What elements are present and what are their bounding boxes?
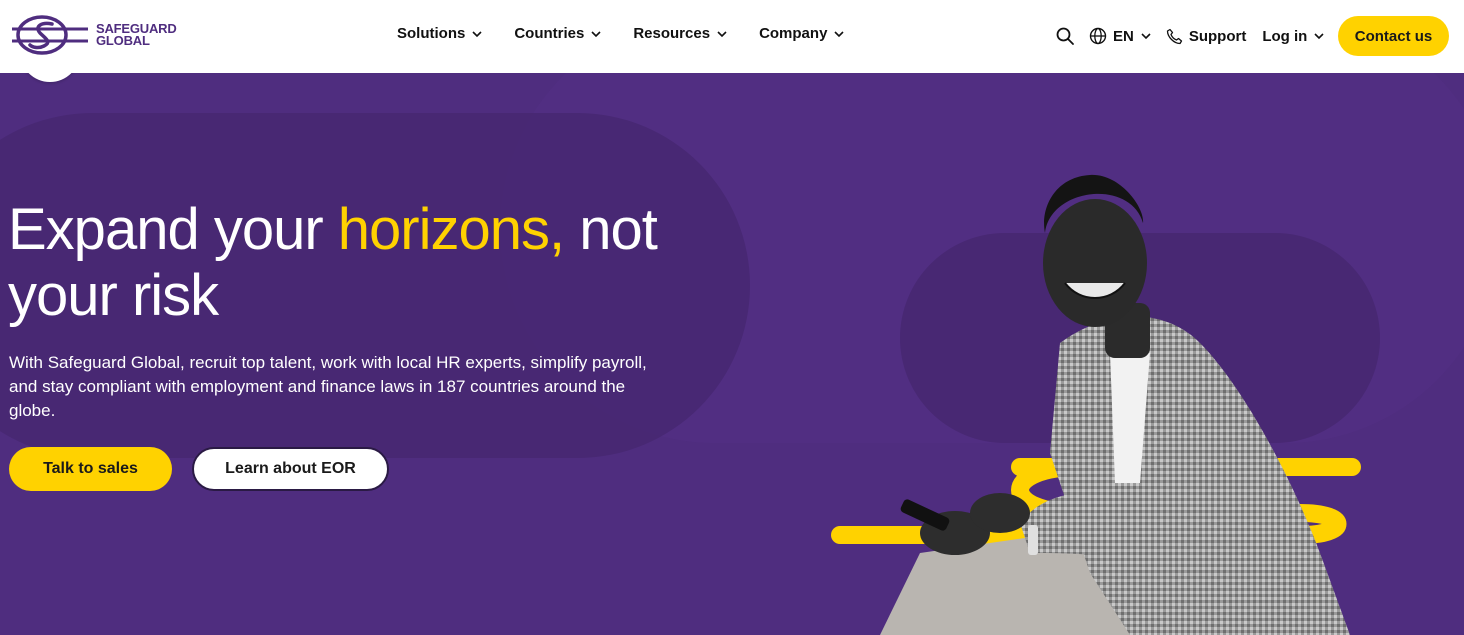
chevron-down-icon (591, 30, 601, 37)
nav-item-solutions[interactable]: Solutions (397, 25, 483, 42)
logo-text-line2: GLOBAL (96, 33, 150, 48)
chevron-down-icon (834, 30, 844, 37)
logo[interactable]: SAFEGUARD GLOBAL (12, 14, 177, 56)
nav-item-countries[interactable]: Countries (514, 25, 602, 42)
nav-item-resources[interactable]: Resources (633, 25, 728, 42)
hero-person-photo (880, 174, 1350, 635)
chevron-down-icon (1314, 33, 1324, 40)
globe-icon (1089, 27, 1107, 45)
hero-section: Expand your horizons, not your risk With… (0, 73, 1464, 635)
main-nav: Solutions Countries Resources Company (397, 25, 876, 42)
nav-label: Solutions (397, 25, 466, 42)
site-header: SAFEGUARD GLOBAL Solutions Countries Res… (0, 0, 1464, 73)
hero-subtext: With Safeguard Global, recruit top talen… (9, 353, 647, 420)
learn-about-eor-button[interactable]: Learn about EOR (192, 447, 389, 491)
nav-label: Resources (633, 25, 711, 42)
support-label: Support (1188, 27, 1247, 45)
nav-item-company[interactable]: Company (759, 25, 845, 42)
contact-us-button[interactable]: Contact us (1338, 16, 1449, 56)
search-icon (1056, 27, 1074, 45)
nav-label: Countries (514, 25, 585, 42)
nav-label: Company (759, 25, 828, 42)
talk-to-sales-button[interactable]: Talk to sales (9, 447, 172, 491)
chevron-down-icon (472, 30, 482, 37)
hero-headline: Expand your horizons, not your risk (8, 197, 708, 329)
chevron-down-icon (717, 30, 727, 37)
phone-icon (1166, 28, 1182, 44)
headline-part1: Expand your (8, 197, 338, 262)
language-label: EN (1113, 27, 1134, 45)
safeguard-logo-icon (12, 15, 88, 55)
login-label: Log in (1262, 27, 1308, 45)
headline-highlight: horizons, (337, 197, 565, 262)
header-actions: EN Support Log in (1055, 18, 1325, 54)
search-button[interactable] (1055, 26, 1075, 46)
chevron-down-icon (1141, 33, 1151, 40)
language-selector[interactable]: EN (1089, 27, 1152, 45)
support-link[interactable]: Support (1166, 27, 1247, 45)
login-dropdown[interactable]: Log in (1262, 28, 1325, 45)
